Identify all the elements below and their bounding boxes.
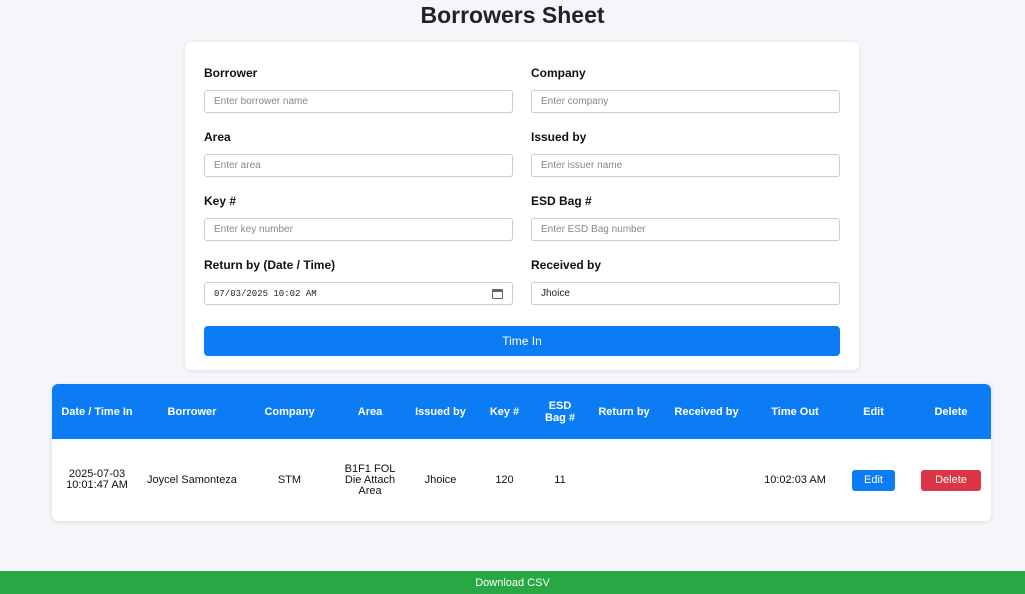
key-field-group: Key #: [204, 192, 513, 241]
header-edit: Edit: [863, 405, 884, 418]
return-by-datetime-input[interactable]: [204, 282, 513, 305]
borrower-field-group: Borrower: [204, 64, 513, 113]
esd-bag-field-group: ESD Bag #: [531, 192, 840, 241]
header-key: Key #: [489, 405, 520, 418]
area-label: Area: [204, 130, 231, 144]
header-issued-by: Issued by: [415, 405, 466, 418]
table-row: 2025-07-03 10:01:47 AM Joycel Samonteza …: [52, 439, 991, 521]
cell-date-time-in: 2025-07-03 10:01:47 AM: [66, 468, 128, 491]
cell-issued-by: Jhoice: [424, 473, 457, 486]
cell-return-by: [589, 439, 659, 521]
header-date-time-in: Date / Time In: [61, 405, 133, 418]
table-header-row: Date / Time In Borrower Company Area Iss…: [52, 384, 991, 439]
cell-borrower: Joycel Samonteza: [147, 473, 237, 486]
header-received-by: Received by: [674, 405, 739, 418]
received-by-field-group: Received by: [531, 256, 840, 305]
header-return-by: Return by: [598, 405, 650, 418]
borrower-form: Borrower Company Area Issued by Key # ES…: [185, 42, 859, 370]
return-by-label: Return by (Date / Time): [204, 258, 336, 272]
company-field-group: Company: [531, 64, 840, 113]
esd-bag-input[interactable]: [531, 218, 840, 241]
header-company: Company: [264, 405, 315, 418]
delete-button[interactable]: Delete: [921, 469, 981, 491]
borrower-input[interactable]: [204, 90, 513, 113]
header-borrower: Borrower: [167, 405, 217, 418]
return-by-field-group: Return by (Date / Time): [204, 256, 513, 305]
cell-area: B1F1 FOL Die Attach Area: [344, 462, 396, 497]
company-input[interactable]: [531, 90, 840, 113]
key-input[interactable]: [204, 218, 513, 241]
cell-time-out: 10:02:03 AM: [764, 473, 826, 486]
received-by-input[interactable]: [531, 282, 840, 305]
borrowers-table-card: Date / Time In Borrower Company Area Iss…: [52, 384, 991, 521]
download-csv-button[interactable]: Download CSV: [0, 571, 1025, 594]
header-time-out: Time Out: [771, 405, 819, 418]
header-delete: Delete: [934, 405, 968, 418]
cell-delete: Delete: [911, 439, 991, 521]
issued-by-label: Issued by: [531, 130, 587, 144]
esd-bag-label: ESD Bag #: [531, 194, 592, 208]
cell-company: STM: [277, 473, 302, 486]
cell-edit: Edit: [836, 439, 911, 521]
cell-received-by: [659, 439, 754, 521]
edit-button[interactable]: Edit: [852, 469, 895, 491]
header-esd-bag: ESD Bag #: [545, 399, 575, 424]
issued-by-input[interactable]: [531, 154, 840, 177]
key-label: Key #: [204, 194, 237, 208]
company-label: Company: [531, 66, 586, 80]
issued-by-field-group: Issued by: [531, 128, 840, 177]
page-title: Borrowers Sheet: [420, 2, 605, 28]
borrower-label: Borrower: [204, 66, 258, 80]
cell-key: 120: [495, 473, 514, 486]
calendar-icon[interactable]: [492, 289, 503, 299]
received-by-label: Received by: [531, 258, 602, 272]
cell-esd-bag: 11: [554, 473, 566, 486]
borrowers-table: Date / Time In Borrower Company Area Iss…: [52, 384, 991, 521]
header-area: Area: [357, 405, 383, 418]
time-in-button[interactable]: Time In: [204, 326, 840, 356]
area-input[interactable]: [204, 154, 513, 177]
area-field-group: Area: [204, 128, 513, 177]
